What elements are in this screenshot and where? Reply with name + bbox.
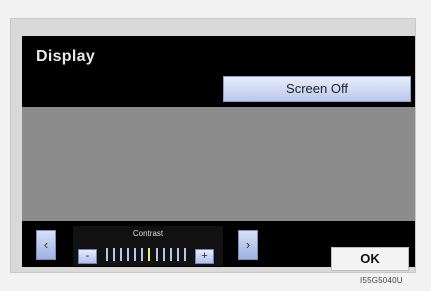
contrast-tick [155, 248, 158, 261]
contrast-tick [176, 248, 179, 261]
contrast-tick [113, 248, 116, 261]
contrast-tick [169, 248, 172, 261]
contrast-decrease-button[interactable]: - [78, 249, 97, 264]
contrast-tick [162, 248, 165, 261]
contrast-tick [183, 248, 186, 261]
contrast-tick [141, 248, 144, 261]
contrast-label: Contrast [132, 229, 164, 238]
contrast-slider[interactable] [106, 248, 186, 261]
screen-off-button[interactable]: Screen Off [223, 76, 411, 102]
previous-button[interactable]: ‹ [36, 230, 56, 260]
next-button[interactable]: › [238, 230, 258, 260]
ok-button[interactable]: OK [331, 247, 409, 271]
contrast-increase-button[interactable]: + [195, 249, 214, 264]
content-area [22, 107, 415, 221]
contrast-tick [127, 248, 130, 261]
contrast-tick [120, 248, 123, 261]
contrast-tick [148, 248, 151, 261]
page-title: Display [36, 48, 96, 65]
contrast-tick [134, 248, 137, 261]
contrast-tick [106, 248, 108, 261]
figure-code: I55G5040U [360, 276, 403, 285]
